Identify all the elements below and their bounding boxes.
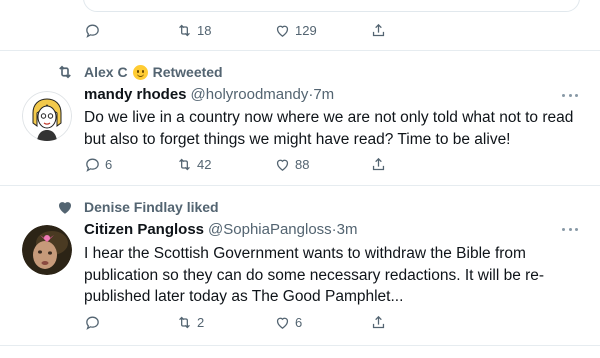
retweet-count: 42 [197,157,212,172]
share-button[interactable] [370,156,387,173]
like-button[interactable]: 6 [274,314,302,331]
smiley-emoji-icon [132,64,148,80]
share-button[interactable] [370,314,387,331]
retweet-count: 18 [197,23,212,38]
retweet-icon [179,316,190,329]
divider [0,50,600,51]
like-count: 129 [295,23,317,38]
avatar[interactable] [22,225,72,275]
avatar-illustration [22,91,72,141]
social-context: Alex C Retweeted [56,62,223,82]
more-options-button[interactable] [562,228,578,234]
reply-count: 6 [105,157,113,172]
reply-button[interactable] [84,22,101,39]
reply-icon [86,158,99,172]
like-button[interactable]: 129 [274,22,317,39]
user-handle[interactable]: @holyroodmandy [191,86,309,103]
retweet-button[interactable]: 2 [176,314,204,331]
retweet-button[interactable]: 42 [176,156,211,173]
like-count: 6 [295,315,303,330]
tweet-actions: 6 42 88 [84,156,387,176]
retweet-button[interactable]: 18 [176,22,211,39]
tweet-text: I hear the Scottish Government wants to … [84,245,545,305]
display-name[interactable]: mandy rhodes [84,86,187,103]
retweet-count: 2 [197,315,205,330]
share-icon [372,23,385,37]
heart-icon [276,159,289,171]
share-icon [372,157,385,171]
more-options-button[interactable] [562,94,578,100]
social-action: Retweeted [152,64,223,80]
tweet-text: Do we live in a country now where we are… [84,109,574,148]
retweet-icon [59,65,71,79]
tweet-header: mandy rhodes @holyroodmandy · 7m [84,86,334,103]
retweet-icon [179,24,190,37]
like-button[interactable]: 88 [274,156,309,173]
reply-button[interactable]: 6 [84,156,112,173]
tweet-actions: 2 6 [84,314,387,334]
share-button[interactable] [370,22,387,39]
divider [0,185,600,186]
heart-icon [276,317,289,329]
retweet-icon [179,158,190,171]
timestamp[interactable]: 7m [313,86,334,103]
quoted-tweet-box[interactable] [83,0,580,12]
divider [0,345,600,346]
reply-icon [86,24,99,38]
reply-button[interactable] [84,314,101,331]
display-name[interactable]: Citizen Pangloss [84,221,204,238]
avatar-photo [22,225,72,275]
social-user[interactable]: Alex C [84,64,128,80]
user-handle[interactable]: @SophiaPangloss [208,221,332,238]
prev-tweet-actions: 18 129 [84,22,387,42]
heart-icon [276,25,289,37]
heart-filled-icon [59,202,71,214]
timestamp[interactable]: 3m [337,221,358,238]
avatar[interactable] [22,91,72,141]
like-count: 88 [295,157,310,172]
social-text[interactable]: Denise Findlay liked [84,199,219,215]
social-context: Denise Findlay liked [56,197,219,217]
tweet-header: Citizen Pangloss @SophiaPangloss · 3m [84,221,358,238]
share-icon [372,315,385,329]
reply-icon [86,316,99,330]
